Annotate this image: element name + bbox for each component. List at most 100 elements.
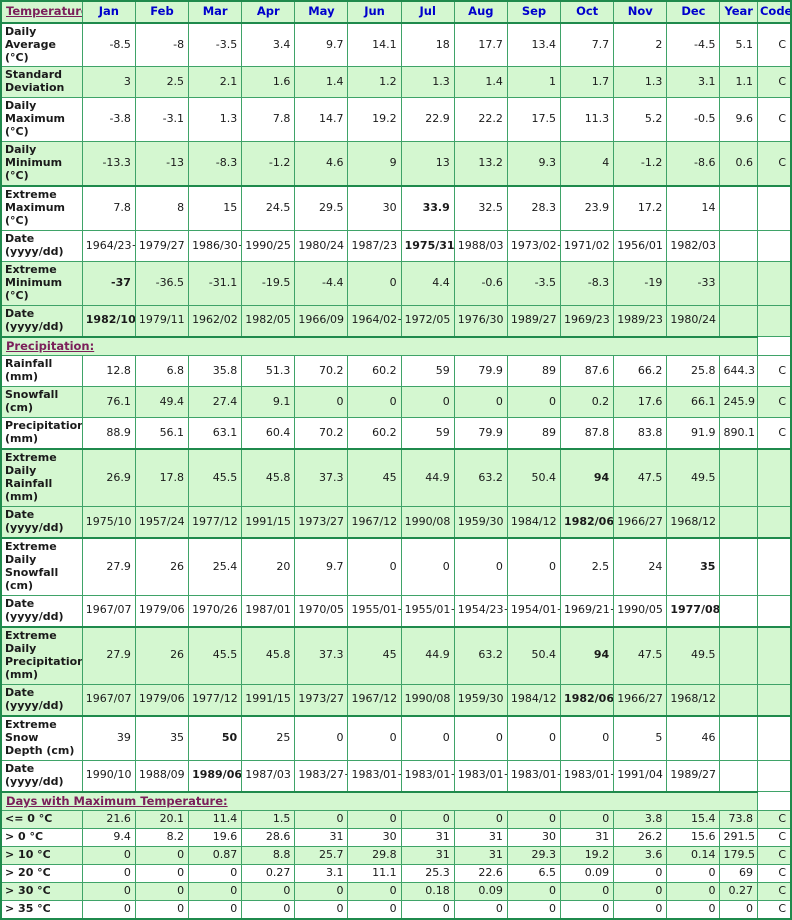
- row-label: Date (yyyy/dd): [0, 506, 83, 539]
- table-body: Temperature:JanFebMarAprMayJunJulAugSepO…: [0, 0, 792, 920]
- section-header-days-with-max-temp: Days with Maximum Temperature:: [0, 790, 791, 812]
- cell-oct: 0: [560, 714, 615, 761]
- cell-dec: 14: [666, 185, 721, 232]
- cell-jun: 30: [347, 185, 402, 232]
- cell-feb: 0: [134, 899, 190, 920]
- cell-oct: 0.09: [560, 864, 615, 883]
- column-header-month-mar: Mar: [188, 0, 243, 24]
- cell-may: 1970/05: [294, 594, 349, 628]
- cell-aug: 1959/30: [453, 683, 508, 717]
- cell-aug: 17.7: [453, 22, 508, 68]
- cell-jun: 1967/12: [347, 506, 402, 539]
- table-row: Extreme Daily Precipitation (mm) 27.9 26 45…: [0, 625, 792, 685]
- cell-apr: 24.5: [241, 185, 296, 232]
- cell-aug: 1988/03: [453, 230, 508, 263]
- cell-year: [719, 537, 758, 596]
- cell-jan: 3: [81, 66, 136, 99]
- cell-aug: 1959/30: [453, 506, 508, 539]
- cell-dec: 66.1: [666, 386, 721, 419]
- cell-aug: 22.2: [453, 97, 508, 143]
- cell-may: 1.4: [294, 66, 349, 99]
- table-row: > 20 °C 0 0 0 0.27 3.1 11.1 25.3 22.6 6.5 0.09 0 0 69…: [0, 864, 792, 883]
- cell-year: [719, 304, 758, 338]
- cell-feb: 1957/24: [134, 506, 190, 539]
- cell-oct: 1969/23: [560, 304, 615, 338]
- cell-may: 1983/27+: [294, 759, 349, 793]
- cell-nov: 47.5: [613, 625, 668, 685]
- cell-dec: 1977/08: [666, 594, 721, 628]
- cell-aug: 0: [453, 810, 508, 830]
- cell-oct: 1983/01+: [560, 759, 615, 793]
- cell-year: 245.9: [719, 386, 758, 419]
- table-row: Date (yyyy/dd) 1967/07 1979/06 1970/26 1987/…: [0, 594, 792, 628]
- cell-dec: 1989/27: [666, 759, 721, 793]
- cell-aug: 31: [453, 846, 508, 866]
- cell-sep: 50.4: [506, 448, 562, 508]
- cell-mar: 63.1: [188, 417, 243, 450]
- cell-jun: 1983/01+: [347, 759, 402, 793]
- cell-nov: 3.6: [613, 846, 668, 866]
- cell-jan: 27.9: [81, 537, 136, 596]
- cell-year: 291.5: [719, 828, 758, 848]
- cell-sep: 1989/27: [506, 304, 562, 338]
- cell-oct: 4: [560, 141, 615, 187]
- cell-apr: 51.3: [241, 355, 296, 388]
- cell-may: -4.4: [294, 261, 349, 306]
- cell-aug: 0: [453, 899, 508, 920]
- cell-aug: 63.2: [453, 625, 508, 685]
- cell-oct: 31: [560, 828, 615, 848]
- cell-may: 1980/24: [294, 230, 349, 263]
- cell-mar: 45.5: [188, 448, 243, 508]
- table-row: Date (yyyy/dd) 1975/10 1957/24 1977/12 1991/…: [0, 506, 792, 539]
- row-label: Rainfall (mm): [0, 355, 83, 388]
- cell-aug: 0.09: [453, 882, 508, 901]
- cell-dec: -33: [666, 261, 721, 306]
- cell-aug: 63.2: [453, 448, 508, 508]
- cell-jan: 1990/10: [81, 759, 136, 793]
- row-label: Date (yyyy/dd): [0, 594, 83, 628]
- cell-code: [756, 683, 792, 717]
- cell-code: [756, 625, 792, 685]
- table-row: > 0 °C 9.4 8.2 19.6 28.6 31 30 31 31 30 31 26.2 15.6…: [0, 828, 792, 848]
- cell-apr: 1991/15: [241, 506, 296, 539]
- cell-jan: 1982/10: [81, 304, 136, 338]
- cell-may: 70.2: [294, 355, 349, 388]
- cell-dec: 1968/12: [666, 683, 721, 717]
- cell-jul: 44.9: [400, 625, 455, 685]
- cell-aug: -0.6: [453, 261, 508, 306]
- cell-mar: 35.8: [188, 355, 243, 388]
- cell-dec: 15.4: [666, 810, 721, 830]
- column-header-month-jul: Jul: [400, 0, 455, 24]
- cell-jun: 45: [347, 625, 402, 685]
- cell-jun: 1964/02+: [347, 304, 402, 338]
- cell-nov: 1991/04: [613, 759, 668, 793]
- cell-jun: 14.1: [347, 22, 402, 68]
- cell-apr: 45.8: [241, 448, 296, 508]
- cell-mar: 1.3: [188, 97, 243, 143]
- cell-sep: 1983/01+: [506, 759, 562, 793]
- cell-code: C: [756, 417, 792, 450]
- cell-may: 0: [294, 386, 349, 419]
- cell-nov: 47.5: [613, 448, 668, 508]
- cell-feb: 2.5: [134, 66, 190, 99]
- cell-oct: 0: [560, 882, 615, 901]
- cell-feb: 1979/27: [134, 230, 190, 263]
- table-row: > 30 °C 0 0 0 0 0 0 0.18 0.09 0 0 0 0 0.27 C: [0, 882, 792, 901]
- cell-year: 644.3: [719, 355, 758, 388]
- cell-mar: 1970/26: [188, 594, 243, 628]
- cell-apr: -19.5: [241, 261, 296, 306]
- cell-apr: 1982/05: [241, 304, 296, 338]
- table-row: Extreme Maximum (°C) 7.8 8 15 24.5 29.5 30 33.9…: [0, 185, 792, 232]
- cell-feb: 1979/06: [134, 594, 190, 628]
- cell-aug: 0: [453, 537, 508, 596]
- cell-may: 37.3: [294, 625, 349, 685]
- cell-aug: 31: [453, 828, 508, 848]
- cell-jun: 0: [347, 899, 402, 920]
- row-label: Date (yyyy/dd): [0, 230, 83, 263]
- cell-may: 1966/09: [294, 304, 349, 338]
- cell-aug: 22.6: [453, 864, 508, 883]
- row-label: Daily Maximum (°C): [0, 97, 83, 143]
- cell-jun: 11.1: [347, 864, 402, 883]
- cell-apr: 25: [241, 714, 296, 761]
- cell-jun: 1967/12: [347, 683, 402, 717]
